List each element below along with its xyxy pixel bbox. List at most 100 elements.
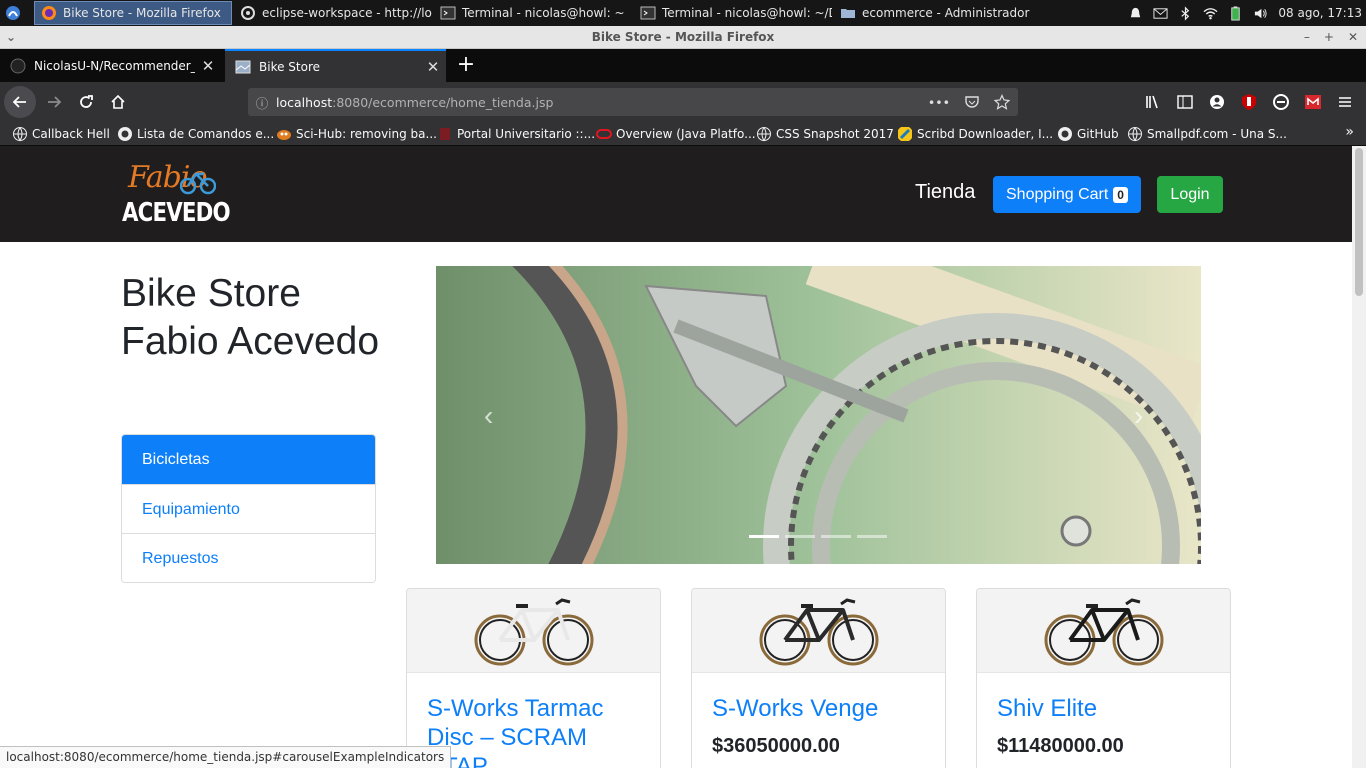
folder-icon: [841, 9, 855, 18]
bell-icon[interactable]: [1128, 6, 1143, 21]
task-file-manager[interactable]: ecommerce - Administrador ...: [834, 1, 1032, 25]
account-icon[interactable]: [1208, 93, 1226, 111]
university-icon: [440, 128, 450, 140]
close-tab-icon[interactable]: ✕: [195, 57, 221, 75]
info-icon[interactable]: ⓘ: [248, 93, 276, 112]
bookmark-item[interactable]: CSS Snapshot 2017: [756, 125, 894, 143]
category-item-repuestos[interactable]: Repuestos: [122, 533, 375, 582]
nav-link-tienda[interactable]: Tienda: [915, 181, 975, 204]
extension-icon[interactable]: [1272, 93, 1290, 111]
scihub-icon: [277, 130, 291, 140]
carousel-indicators: [749, 535, 887, 538]
task-terminal-1[interactable]: Terminal - nicolas@howl: ~: [434, 1, 632, 25]
bookmark-item[interactable]: Overview (Java Platfo...: [596, 125, 756, 143]
carousel-prev-icon[interactable]: ‹: [484, 400, 493, 432]
product-card[interactable]: S-Works Venge $36050000.00: [691, 588, 946, 768]
bookmark-item[interactable]: Scribd Downloader, I...: [897, 125, 1053, 143]
bicycle-image-icon: [759, 597, 878, 665]
pocket-icon[interactable]: [964, 94, 980, 110]
bluetooth-icon[interactable]: [1178, 5, 1193, 21]
forward-button[interactable]: [38, 86, 70, 118]
bookmark-item[interactable]: Sci-Hub: removing ba...: [276, 125, 437, 143]
task-label: eclipse-workspace - http://lo...: [262, 6, 432, 20]
carousel-slide-image: [436, 266, 1201, 564]
bicycle-logo-icon: [180, 172, 216, 195]
menu-icon[interactable]: [4, 4, 22, 22]
bookmark-item[interactable]: GitHub: [1057, 125, 1119, 143]
product-name[interactable]: Shiv Elite: [997, 694, 1212, 723]
window-titlebar[interactable]: ⌄ Bike Store - Mozilla Firefox – + ✕: [0, 26, 1366, 49]
tab-strip: NicolasU-N/Recommender_sy ✕ Bike Store ✕…: [0, 49, 1366, 82]
close-icon[interactable]: ✕: [1348, 26, 1358, 49]
new-tab-button[interactable]: +: [450, 49, 482, 82]
tab-label: NicolasU-N/Recommender_sy: [34, 58, 195, 73]
task-terminal-2[interactable]: Terminal - nicolas@howl: ~/D...: [634, 1, 832, 25]
home-button[interactable]: [102, 86, 134, 118]
maximize-icon[interactable]: +: [1324, 26, 1334, 49]
more-bookmarks-chevron-icon[interactable]: »: [1345, 124, 1354, 140]
globe-icon: [1128, 127, 1142, 142]
tab-github[interactable]: NicolasU-N/Recommender_sy ✕: [0, 49, 221, 82]
bookmark-item[interactable]: Lista de Comandos e...: [117, 125, 274, 143]
tab-label: Bike Store: [259, 59, 321, 74]
sidebar-icon[interactable]: [1176, 93, 1194, 111]
scrollbar-thumb[interactable]: [1355, 148, 1363, 296]
globe-icon: [757, 127, 771, 142]
bookmark-label: GitHub: [1077, 127, 1119, 141]
mail-icon[interactable]: [1153, 6, 1168, 21]
volume-icon[interactable]: [1253, 6, 1268, 21]
bookmarks-toolbar: Callback Hell Lista de Comandos e... Sci…: [0, 122, 1366, 146]
globe-icon: [13, 127, 27, 142]
task-eclipse[interactable]: eclipse-workspace - http://lo...: [234, 1, 432, 25]
reload-button[interactable]: [70, 86, 102, 118]
window-menu-chevron-icon[interactable]: ⌄: [6, 26, 16, 49]
product-image: [977, 589, 1230, 673]
reload-icon: [80, 95, 93, 108]
bookmark-item[interactable]: Portal Universitario ::...: [437, 125, 595, 143]
page-actions-icon[interactable]: •••: [928, 95, 950, 110]
hero-carousel[interactable]: ‹ ›: [436, 266, 1201, 564]
task-firefox[interactable]: Bike Store - Mozilla Firefox: [34, 1, 232, 25]
product-card[interactable]: Shiv Elite $11480000.00: [976, 588, 1231, 768]
tab-bike-store[interactable]: Bike Store ✕: [225, 49, 446, 82]
bookmark-star-icon[interactable]: [994, 94, 1010, 110]
page-scrollbar[interactable]: [1352, 146, 1366, 768]
shopping-cart-button[interactable]: Shopping Cart 0: [993, 176, 1141, 213]
back-button[interactable]: [4, 86, 36, 118]
battery-icon[interactable]: [1228, 5, 1243, 21]
minimize-icon[interactable]: –: [1304, 26, 1310, 49]
cart-label: Shopping Cart: [1006, 185, 1109, 203]
carousel-indicator[interactable]: [785, 535, 815, 538]
product-image: [692, 589, 945, 673]
store-logo[interactable]: Fabio ACEVEDO: [122, 160, 231, 230]
login-button[interactable]: Login: [1157, 176, 1223, 213]
mega-icon[interactable]: [1304, 93, 1322, 111]
product-price: $36050000.00: [712, 735, 840, 757]
product-name[interactable]: S-Works Tarmac Disc – SCRAM ETAP: [427, 694, 642, 768]
bookmark-item[interactable]: Smallpdf.com - Una S...: [1127, 125, 1287, 143]
window-title: Bike Store - Mozilla Firefox: [591, 30, 775, 44]
carousel-indicator[interactable]: [857, 535, 887, 538]
url-host: localhost: [276, 94, 333, 110]
bicycle-image-icon: [474, 597, 593, 665]
close-tab-icon[interactable]: ✕: [420, 58, 446, 76]
page-icon: [235, 60, 251, 73]
carousel-indicator[interactable]: [821, 535, 851, 538]
carousel-indicator[interactable]: [749, 535, 779, 538]
product-name[interactable]: S-Works Venge: [712, 694, 927, 723]
wifi-icon[interactable]: [1203, 6, 1218, 21]
github-icon: [1058, 127, 1072, 141]
bookmark-item[interactable]: Callback Hell: [12, 125, 110, 143]
product-card[interactable]: S-Works Tarmac Disc – SCRAM ETAP: [406, 588, 661, 768]
ublock-icon[interactable]: [1240, 93, 1258, 111]
hamburger-menu-icon[interactable]: [1336, 93, 1354, 111]
url-bar[interactable]: ⓘ localhost:8080/ecommerce/home_tienda.j…: [248, 88, 1018, 116]
carousel-next-icon[interactable]: ›: [1134, 400, 1143, 432]
clock[interactable]: 08 ago, 17:13: [1278, 6, 1362, 20]
category-item-equipamiento[interactable]: Equipamiento: [122, 484, 375, 533]
library-icon[interactable]: [1144, 93, 1162, 111]
category-item-bicicletas[interactable]: Bicicletas: [122, 435, 375, 484]
task-label: ecommerce - Administrador ...: [862, 6, 1032, 20]
eclipse-icon: [241, 6, 255, 20]
page-title: Bike Store Fabio Acevedo: [121, 272, 380, 363]
